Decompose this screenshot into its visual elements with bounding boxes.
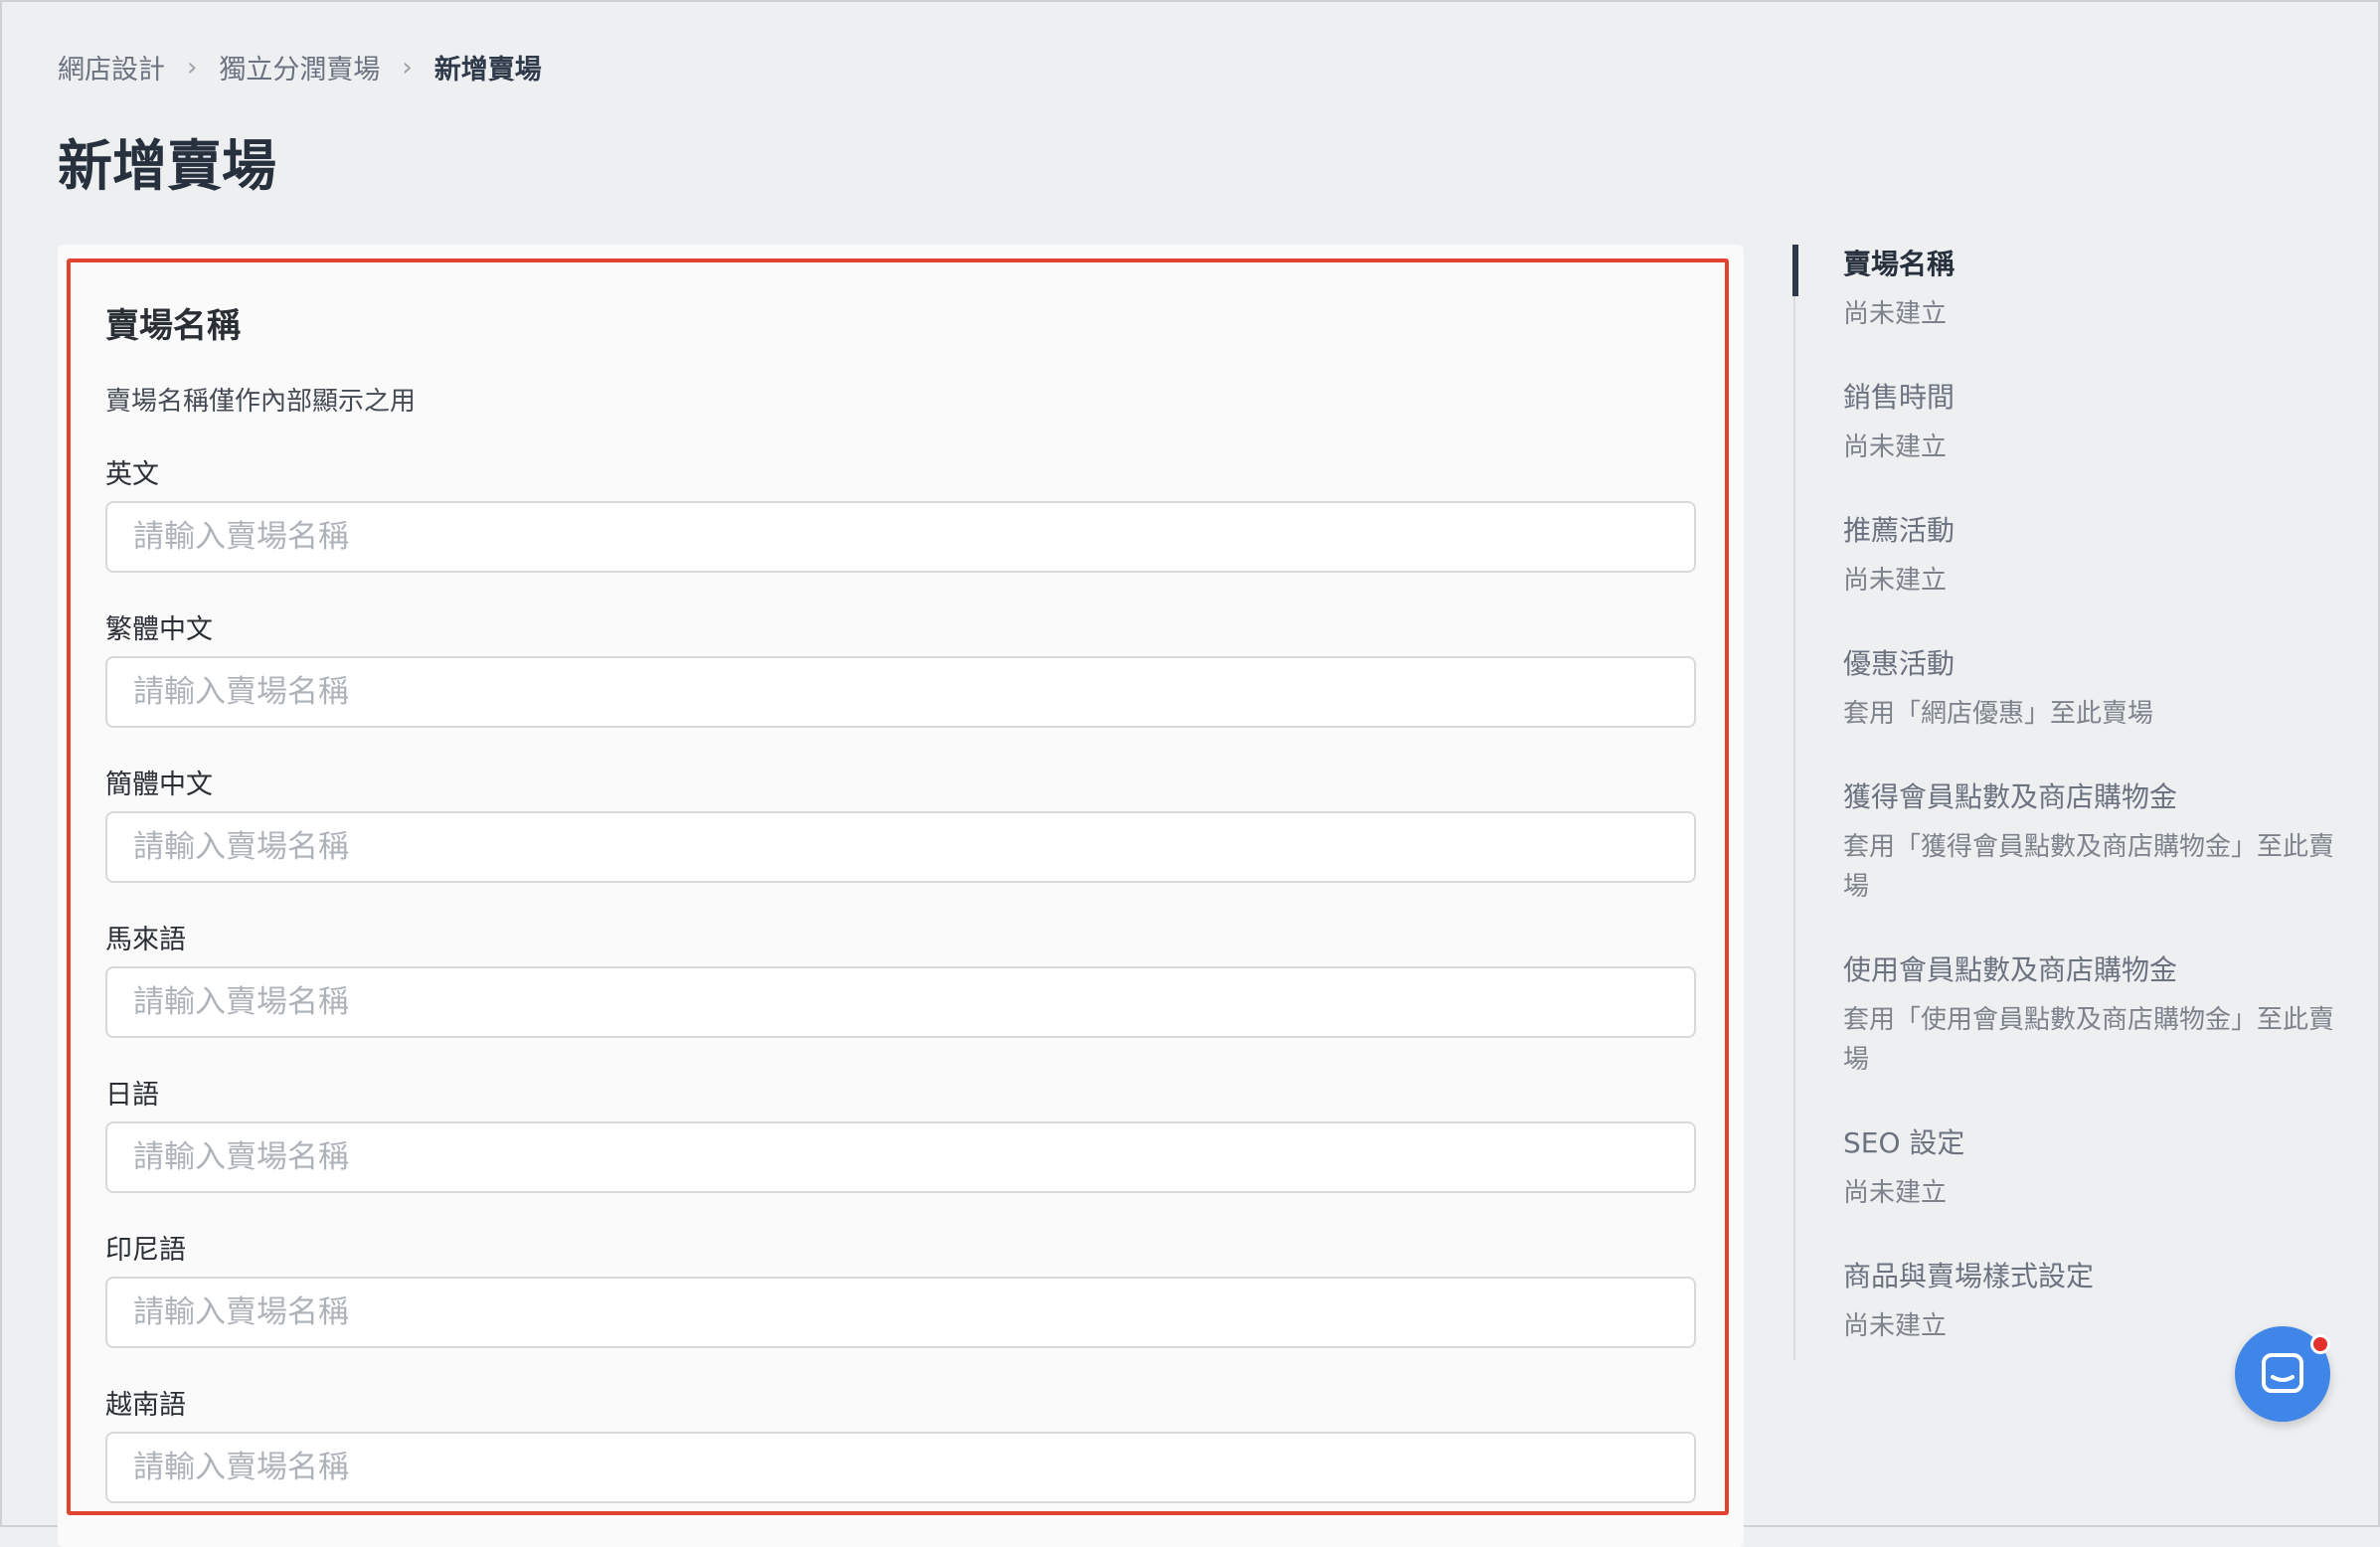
notification-badge <box>2310 1334 2330 1354</box>
section-description: 賣場名稱僅作內部顯示之用 <box>105 387 417 417</box>
nav-item-title: 獲得會員點數及商店購物金 <box>1843 780 2178 813</box>
nav-item-status: 尚未建立 <box>1843 1178 1948 1208</box>
breadcrumb-item-store-design[interactable]: 網店設計 <box>58 48 165 86</box>
store-name-input-english[interactable] <box>105 501 1696 573</box>
section-nav: 賣場名稱 尚未建立 銷售時間 尚未建立 推薦活動 尚未建立 優惠活動 套用「網店… <box>1792 245 2352 1360</box>
field-label-simplified-chinese: 簡體中文 <box>105 770 213 800</box>
breadcrumb-item-profit-share-store[interactable]: 獨立分潤賣場 <box>219 48 380 86</box>
nav-item-title: SEO 設定 <box>1843 1126 1965 1159</box>
nav-item-title: 商品與賣場樣式設定 <box>1843 1260 2095 1292</box>
store-name-input-simplified-chinese[interactable] <box>105 811 1696 883</box>
store-name-input-indonesian[interactable] <box>105 1277 1696 1348</box>
nav-item-status: 尚未建立 <box>1843 299 1948 329</box>
store-name-input-traditional-chinese[interactable] <box>105 656 1696 728</box>
field-label-japanese: 日語 <box>105 1080 159 1111</box>
nav-item-title: 賣場名稱 <box>1843 248 1955 280</box>
chevron-right-icon: › <box>187 52 198 83</box>
nav-item-title: 使用會員點數及商店購物金 <box>1843 953 2178 986</box>
field-label-vietnamese: 越南語 <box>105 1390 186 1421</box>
nav-item-store-name[interactable]: 賣場名稱 尚未建立 <box>1843 245 2350 334</box>
nav-item-status: 尚未建立 <box>1843 432 1948 462</box>
nav-item-referral[interactable]: 推薦活動 尚未建立 <box>1843 511 2350 601</box>
store-name-input-vietnamese[interactable] <box>105 1432 1696 1503</box>
store-name-card <box>58 245 1744 1547</box>
breadcrumb: 網店設計 › 獨立分潤賣場 › 新增賣場 <box>58 48 542 86</box>
field-label-traditional-chinese: 繁體中文 <box>105 614 213 645</box>
breadcrumb-current: 新增賣場 <box>433 55 542 86</box>
chevron-right-icon: › <box>402 52 413 83</box>
chat-bubble-icon <box>2262 1353 2303 1393</box>
nav-item-promotions[interactable]: 優惠活動 套用「網店優惠」至此賣場 <box>1843 644 2350 734</box>
field-label-english: 英文 <box>105 459 159 490</box>
nav-item-use-points[interactable]: 使用會員點數及商店購物金 套用「使用會員點數及商店購物金」至此賣場 <box>1843 950 2350 1080</box>
field-label-indonesian: 印尼語 <box>105 1235 186 1266</box>
nav-item-status: 尚未建立 <box>1843 566 1948 596</box>
nav-item-title: 推薦活動 <box>1843 514 1955 547</box>
nav-item-status: 套用「獲得會員點數及商店購物金」至此賣場 <box>1843 832 2335 902</box>
nav-item-sales-time[interactable]: 銷售時間 尚未建立 <box>1843 378 2350 467</box>
nav-item-title: 銷售時間 <box>1843 381 1955 414</box>
store-name-input-malay[interactable] <box>105 966 1696 1038</box>
section-title: 賣場名稱 <box>105 306 241 346</box>
active-indicator <box>1792 245 1798 296</box>
nav-item-status: 套用「使用會員點數及商店購物金」至此賣場 <box>1843 1005 2335 1075</box>
nav-item-status: 套用「網店優惠」至此賣場 <box>1843 699 2154 729</box>
nav-item-earn-points[interactable]: 獲得會員點數及商店購物金 套用「獲得會員點數及商店購物金」至此賣場 <box>1843 777 2350 907</box>
nav-item-title: 優惠活動 <box>1843 647 1955 680</box>
nav-item-seo[interactable]: SEO 設定 尚未建立 <box>1843 1123 2350 1213</box>
page-title: 新增賣場 <box>58 134 277 198</box>
field-label-malay: 馬來語 <box>105 925 186 955</box>
store-name-input-japanese[interactable] <box>105 1121 1696 1193</box>
